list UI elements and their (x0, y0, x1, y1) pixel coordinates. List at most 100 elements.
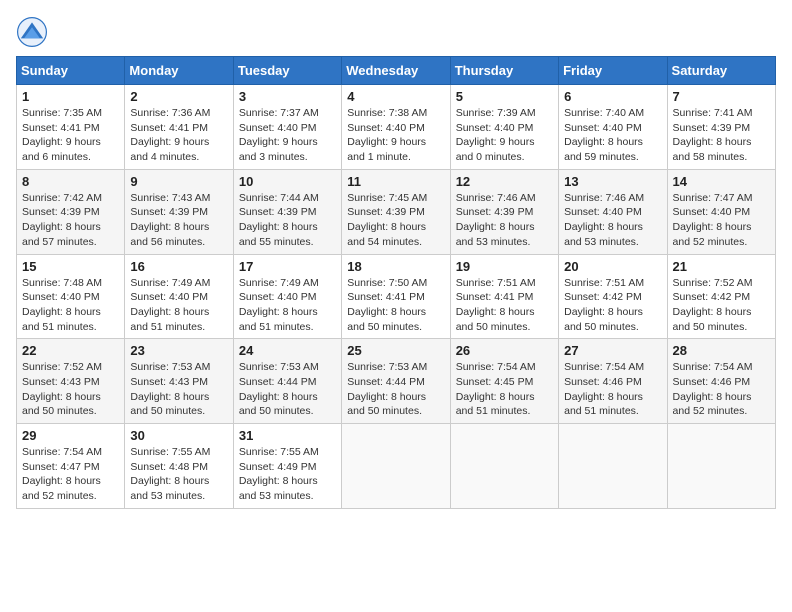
day-number: 22 (22, 343, 119, 358)
day-number: 11 (347, 174, 444, 189)
day-info: Sunrise: 7:46 AM Sunset: 4:40 PM Dayligh… (564, 191, 661, 250)
calendar-cell: 18Sunrise: 7:50 AM Sunset: 4:41 PM Dayli… (342, 254, 450, 339)
day-info: Sunrise: 7:48 AM Sunset: 4:40 PM Dayligh… (22, 276, 119, 335)
day-info: Sunrise: 7:54 AM Sunset: 4:46 PM Dayligh… (673, 360, 770, 419)
day-number: 6 (564, 89, 661, 104)
day-number: 8 (22, 174, 119, 189)
day-info: Sunrise: 7:39 AM Sunset: 4:40 PM Dayligh… (456, 106, 553, 165)
day-info: Sunrise: 7:51 AM Sunset: 4:42 PM Dayligh… (564, 276, 661, 335)
day-info: Sunrise: 7:44 AM Sunset: 4:39 PM Dayligh… (239, 191, 336, 250)
calendar-cell: 2 Sunrise: 7:36 AM Sunset: 4:41 PM Daylig… (125, 85, 233, 170)
calendar-cell: 21 Sunrise: 7:52 AM Sunset: 4:42 PM Dayli… (667, 254, 775, 339)
calendar-header-monday: Monday (125, 57, 233, 85)
day-info: Sunrise: 7:53 AM Sunset: 4:44 PM Dayligh… (239, 360, 336, 419)
day-number: 25 (347, 343, 444, 358)
day-number: 28 (673, 343, 770, 358)
day-info: Sunrise: 7:53 AM Sunset: 4:44 PM Dayligh… (347, 360, 444, 419)
day-info: Sunrise: 7:52 AM Sunset: 4:42 PM Dayligh… (673, 276, 770, 335)
calendar-cell: 12 Sunrise: 7:46 AM Sunset: 4:39 PM Dayli… (450, 169, 558, 254)
calendar-cell: 25 Sunrise: 7:53 AM Sunset: 4:44 PM Dayli… (342, 339, 450, 424)
day-info: Sunrise: 7:51 AM Sunset: 4:41 PM Dayligh… (456, 276, 553, 335)
calendar-cell: 29 Sunrise: 7:54 AM Sunset: 4:47 PM Dayli… (17, 424, 125, 509)
day-number: 27 (564, 343, 661, 358)
day-number: 10 (239, 174, 336, 189)
day-number: 21 (673, 259, 770, 274)
calendar-cell: 23 Sunrise: 7:53 AM Sunset: 4:43 PM Dayli… (125, 339, 233, 424)
day-info: Sunrise: 7:53 AM Sunset: 4:43 PM Dayligh… (130, 360, 227, 419)
day-info: Sunrise: 7:35 AM Sunset: 4:41 PM Dayligh… (22, 106, 119, 165)
day-info: Sunrise: 7:55 AM Sunset: 4:48 PM Dayligh… (130, 445, 227, 504)
day-info: Sunrise: 7:49 AM Sunset: 4:40 PM Dayligh… (239, 276, 336, 335)
calendar-cell: 9 Sunrise: 7:43 AM Sunset: 4:39 PM Daylig… (125, 169, 233, 254)
calendar-header-saturday: Saturday (667, 57, 775, 85)
day-info: Sunrise: 7:54 AM Sunset: 4:47 PM Dayligh… (22, 445, 119, 504)
calendar-cell (559, 424, 667, 509)
day-info: Sunrise: 7:36 AM Sunset: 4:41 PM Dayligh… (130, 106, 227, 165)
day-number: 16 (130, 259, 227, 274)
calendar-week-row: 8 Sunrise: 7:42 AM Sunset: 4:39 PM Daylig… (17, 169, 776, 254)
day-info: Sunrise: 7:54 AM Sunset: 4:45 PM Dayligh… (456, 360, 553, 419)
calendar-cell: 16 Sunrise: 7:49 AM Sunset: 4:40 PM Dayli… (125, 254, 233, 339)
calendar-header-sunday: Sunday (17, 57, 125, 85)
day-info: Sunrise: 7:37 AM Sunset: 4:40 PM Dayligh… (239, 106, 336, 165)
calendar-cell: 8 Sunrise: 7:42 AM Sunset: 4:39 PM Daylig… (17, 169, 125, 254)
calendar-cell: 30 Sunrise: 7:55 AM Sunset: 4:48 PM Dayli… (125, 424, 233, 509)
day-info: Sunrise: 7:43 AM Sunset: 4:39 PM Dayligh… (130, 191, 227, 250)
calendar-cell: 26 Sunrise: 7:54 AM Sunset: 4:45 PM Dayli… (450, 339, 558, 424)
calendar-header-wednesday: Wednesday (342, 57, 450, 85)
calendar-cell: 3Sunrise: 7:37 AM Sunset: 4:40 PM Daylig… (233, 85, 341, 170)
calendar-header-tuesday: Tuesday (233, 57, 341, 85)
calendar-cell: 15 Sunrise: 7:48 AM Sunset: 4:40 PM Dayli… (17, 254, 125, 339)
calendar-cell (342, 424, 450, 509)
calendar-cell: 19 Sunrise: 7:51 AM Sunset: 4:41 PM Dayli… (450, 254, 558, 339)
day-number: 14 (673, 174, 770, 189)
day-info: Sunrise: 7:49 AM Sunset: 4:40 PM Dayligh… (130, 276, 227, 335)
calendar-cell: 31 Sunrise: 7:55 AM Sunset: 4:49 PM Dayli… (233, 424, 341, 509)
calendar-cell (667, 424, 775, 509)
day-number: 2 (130, 89, 227, 104)
calendar-cell: 6Sunrise: 7:40 AM Sunset: 4:40 PM Daylig… (559, 85, 667, 170)
calendar-cell (450, 424, 558, 509)
calendar-cell: 17 Sunrise: 7:49 AM Sunset: 4:40 PM Dayli… (233, 254, 341, 339)
day-number: 31 (239, 428, 336, 443)
day-info: Sunrise: 7:38 AM Sunset: 4:40 PM Dayligh… (347, 106, 444, 165)
calendar-cell: 4 Sunrise: 7:38 AM Sunset: 4:40 PM Daylig… (342, 85, 450, 170)
day-number: 20 (564, 259, 661, 274)
calendar-cell: 14Sunrise: 7:47 AM Sunset: 4:40 PM Dayli… (667, 169, 775, 254)
calendar-week-row: 1 Sunrise: 7:35 AM Sunset: 4:41 PM Daylig… (17, 85, 776, 170)
day-number: 19 (456, 259, 553, 274)
calendar-cell: 1 Sunrise: 7:35 AM Sunset: 4:41 PM Daylig… (17, 85, 125, 170)
calendar-week-row: 22 Sunrise: 7:52 AM Sunset: 4:43 PM Dayli… (17, 339, 776, 424)
calendar-header-friday: Friday (559, 57, 667, 85)
day-number: 5 (456, 89, 553, 104)
day-info: Sunrise: 7:50 AM Sunset: 4:41 PM Dayligh… (347, 276, 444, 335)
calendar-cell: 10 Sunrise: 7:44 AM Sunset: 4:39 PM Dayli… (233, 169, 341, 254)
calendar-cell: 22 Sunrise: 7:52 AM Sunset: 4:43 PM Dayli… (17, 339, 125, 424)
logo-icon (16, 16, 48, 48)
day-number: 30 (130, 428, 227, 443)
day-info: Sunrise: 7:46 AM Sunset: 4:39 PM Dayligh… (456, 191, 553, 250)
calendar-table: SundayMondayTuesdayWednesdayThursdayFrid… (16, 56, 776, 509)
day-number: 23 (130, 343, 227, 358)
day-info: Sunrise: 7:55 AM Sunset: 4:49 PM Dayligh… (239, 445, 336, 504)
day-number: 4 (347, 89, 444, 104)
day-info: Sunrise: 7:52 AM Sunset: 4:43 PM Dayligh… (22, 360, 119, 419)
calendar-cell: 24Sunrise: 7:53 AM Sunset: 4:44 PM Dayli… (233, 339, 341, 424)
day-info: Sunrise: 7:45 AM Sunset: 4:39 PM Dayligh… (347, 191, 444, 250)
day-number: 17 (239, 259, 336, 274)
day-number: 29 (22, 428, 119, 443)
day-number: 9 (130, 174, 227, 189)
calendar-header-thursday: Thursday (450, 57, 558, 85)
calendar-cell: 7 Sunrise: 7:41 AM Sunset: 4:39 PM Daylig… (667, 85, 775, 170)
day-number: 26 (456, 343, 553, 358)
day-info: Sunrise: 7:41 AM Sunset: 4:39 PM Dayligh… (673, 106, 770, 165)
day-number: 12 (456, 174, 553, 189)
day-number: 13 (564, 174, 661, 189)
day-number: 7 (673, 89, 770, 104)
day-number: 1 (22, 89, 119, 104)
day-number: 15 (22, 259, 119, 274)
day-info: Sunrise: 7:42 AM Sunset: 4:39 PM Dayligh… (22, 191, 119, 250)
calendar-cell: 13 Sunrise: 7:46 AM Sunset: 4:40 PM Dayli… (559, 169, 667, 254)
calendar-cell: 28 Sunrise: 7:54 AM Sunset: 4:46 PM Dayli… (667, 339, 775, 424)
calendar-cell: 11 Sunrise: 7:45 AM Sunset: 4:39 PM Dayli… (342, 169, 450, 254)
